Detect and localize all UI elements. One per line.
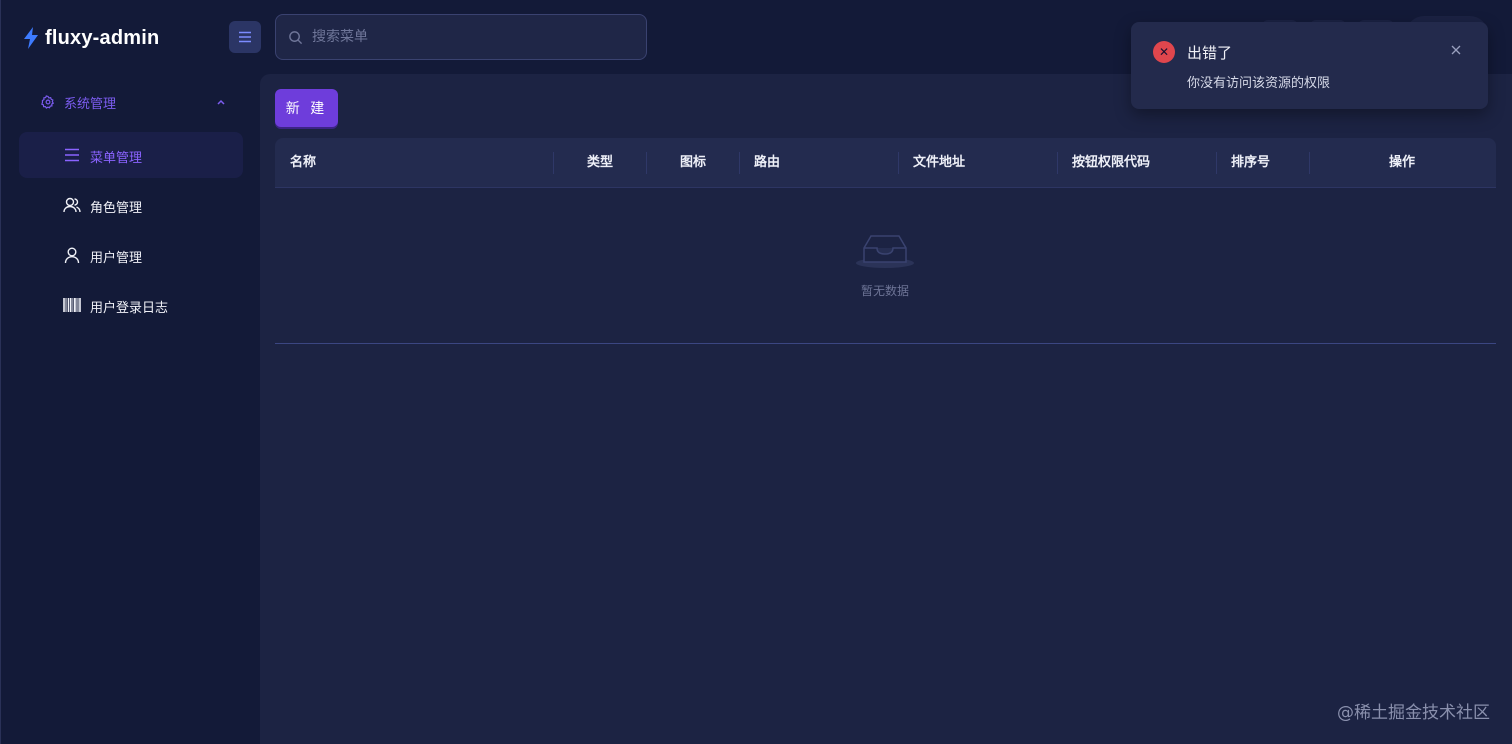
menu-toggle-icon xyxy=(239,31,251,43)
table-header: 名称 类型 图标 路由 文件地址 按钮权限代码 排序号 操作 xyxy=(275,138,1496,188)
column-divider xyxy=(1309,152,1310,174)
notification-title: 出错了 xyxy=(1187,44,1233,62)
column-divider xyxy=(646,152,647,174)
gear-icon xyxy=(41,95,55,109)
users-icon xyxy=(63,197,81,213)
column-divider xyxy=(1057,152,1058,174)
empty-text: 暂无数据 xyxy=(860,284,909,298)
barcode-icon xyxy=(63,298,81,312)
main-content: 新 建 名称 类型 图标 路由 文件地址 按钮权限代码 排序号 操作 暂无数据 xyxy=(260,74,1512,744)
error-notification: ✕ 出错了 你没有访问该资源的权限 xyxy=(1131,22,1488,109)
empty-state: 暂无数据 xyxy=(855,230,915,299)
sidebar: fluxy-admin 系统管理 菜单管理 角色管理 用户管理 用户登录日志 xyxy=(0,0,261,744)
sidebar-item-label: 角色管理 xyxy=(90,201,143,216)
column-header-sort[interactable]: 排序号 xyxy=(1231,138,1270,188)
column-divider xyxy=(898,152,899,174)
sidebar-group-label: 系统管理 xyxy=(64,96,117,112)
sidebar-item-label: 用户登录日志 xyxy=(90,301,169,316)
column-header-name[interactable]: 名称 xyxy=(290,138,316,188)
close-icon[interactable] xyxy=(1450,44,1462,56)
column-header-icon[interactable]: 图标 xyxy=(680,138,706,188)
menu-list-icon xyxy=(65,148,79,162)
sidebar-item-menu[interactable]: 菜单管理 xyxy=(19,132,243,178)
menu-table: 名称 类型 图标 路由 文件地址 按钮权限代码 排序号 操作 暂无数据 xyxy=(275,138,1496,344)
user-icon xyxy=(64,247,80,264)
column-divider xyxy=(553,152,554,174)
sidebar-group-system[interactable]: 系统管理 xyxy=(41,88,231,116)
sidebar-item-label: 菜单管理 xyxy=(90,151,143,166)
column-header-button-permission[interactable]: 按钮权限代码 xyxy=(1072,138,1150,188)
new-button[interactable]: 新 建 xyxy=(275,89,338,127)
column-header-type[interactable]: 类型 xyxy=(587,138,613,188)
sidebar-item-users[interactable]: 用户管理 xyxy=(19,232,243,278)
sidebar-item-roles[interactable]: 角色管理 xyxy=(19,182,243,228)
error-icon: ✕ xyxy=(1153,41,1175,63)
column-header-route[interactable]: 路由 xyxy=(754,138,780,188)
lightning-icon xyxy=(24,27,38,49)
app-name: fluxy-admin xyxy=(45,26,160,49)
sidebar-item-login-log[interactable]: 用户登录日志 xyxy=(19,282,243,328)
watermark: @稀土掘金技术社区 xyxy=(1337,703,1490,723)
search-input[interactable] xyxy=(312,15,632,59)
column-header-actions[interactable]: 操作 xyxy=(1389,138,1415,188)
empty-inbox-icon xyxy=(856,235,914,268)
search-icon xyxy=(289,31,303,45)
app-logo[interactable]: fluxy-admin xyxy=(23,24,159,52)
column-divider xyxy=(1216,152,1217,174)
sidebar-toggle-button[interactable] xyxy=(229,21,261,53)
sidebar-item-label: 用户管理 xyxy=(90,251,143,266)
chevron-up-icon xyxy=(217,99,225,105)
search-box[interactable] xyxy=(275,14,647,60)
column-divider xyxy=(739,152,740,174)
column-header-file-path[interactable]: 文件地址 xyxy=(913,138,965,188)
notification-message: 你没有访问该资源的权限 xyxy=(1187,76,1331,91)
